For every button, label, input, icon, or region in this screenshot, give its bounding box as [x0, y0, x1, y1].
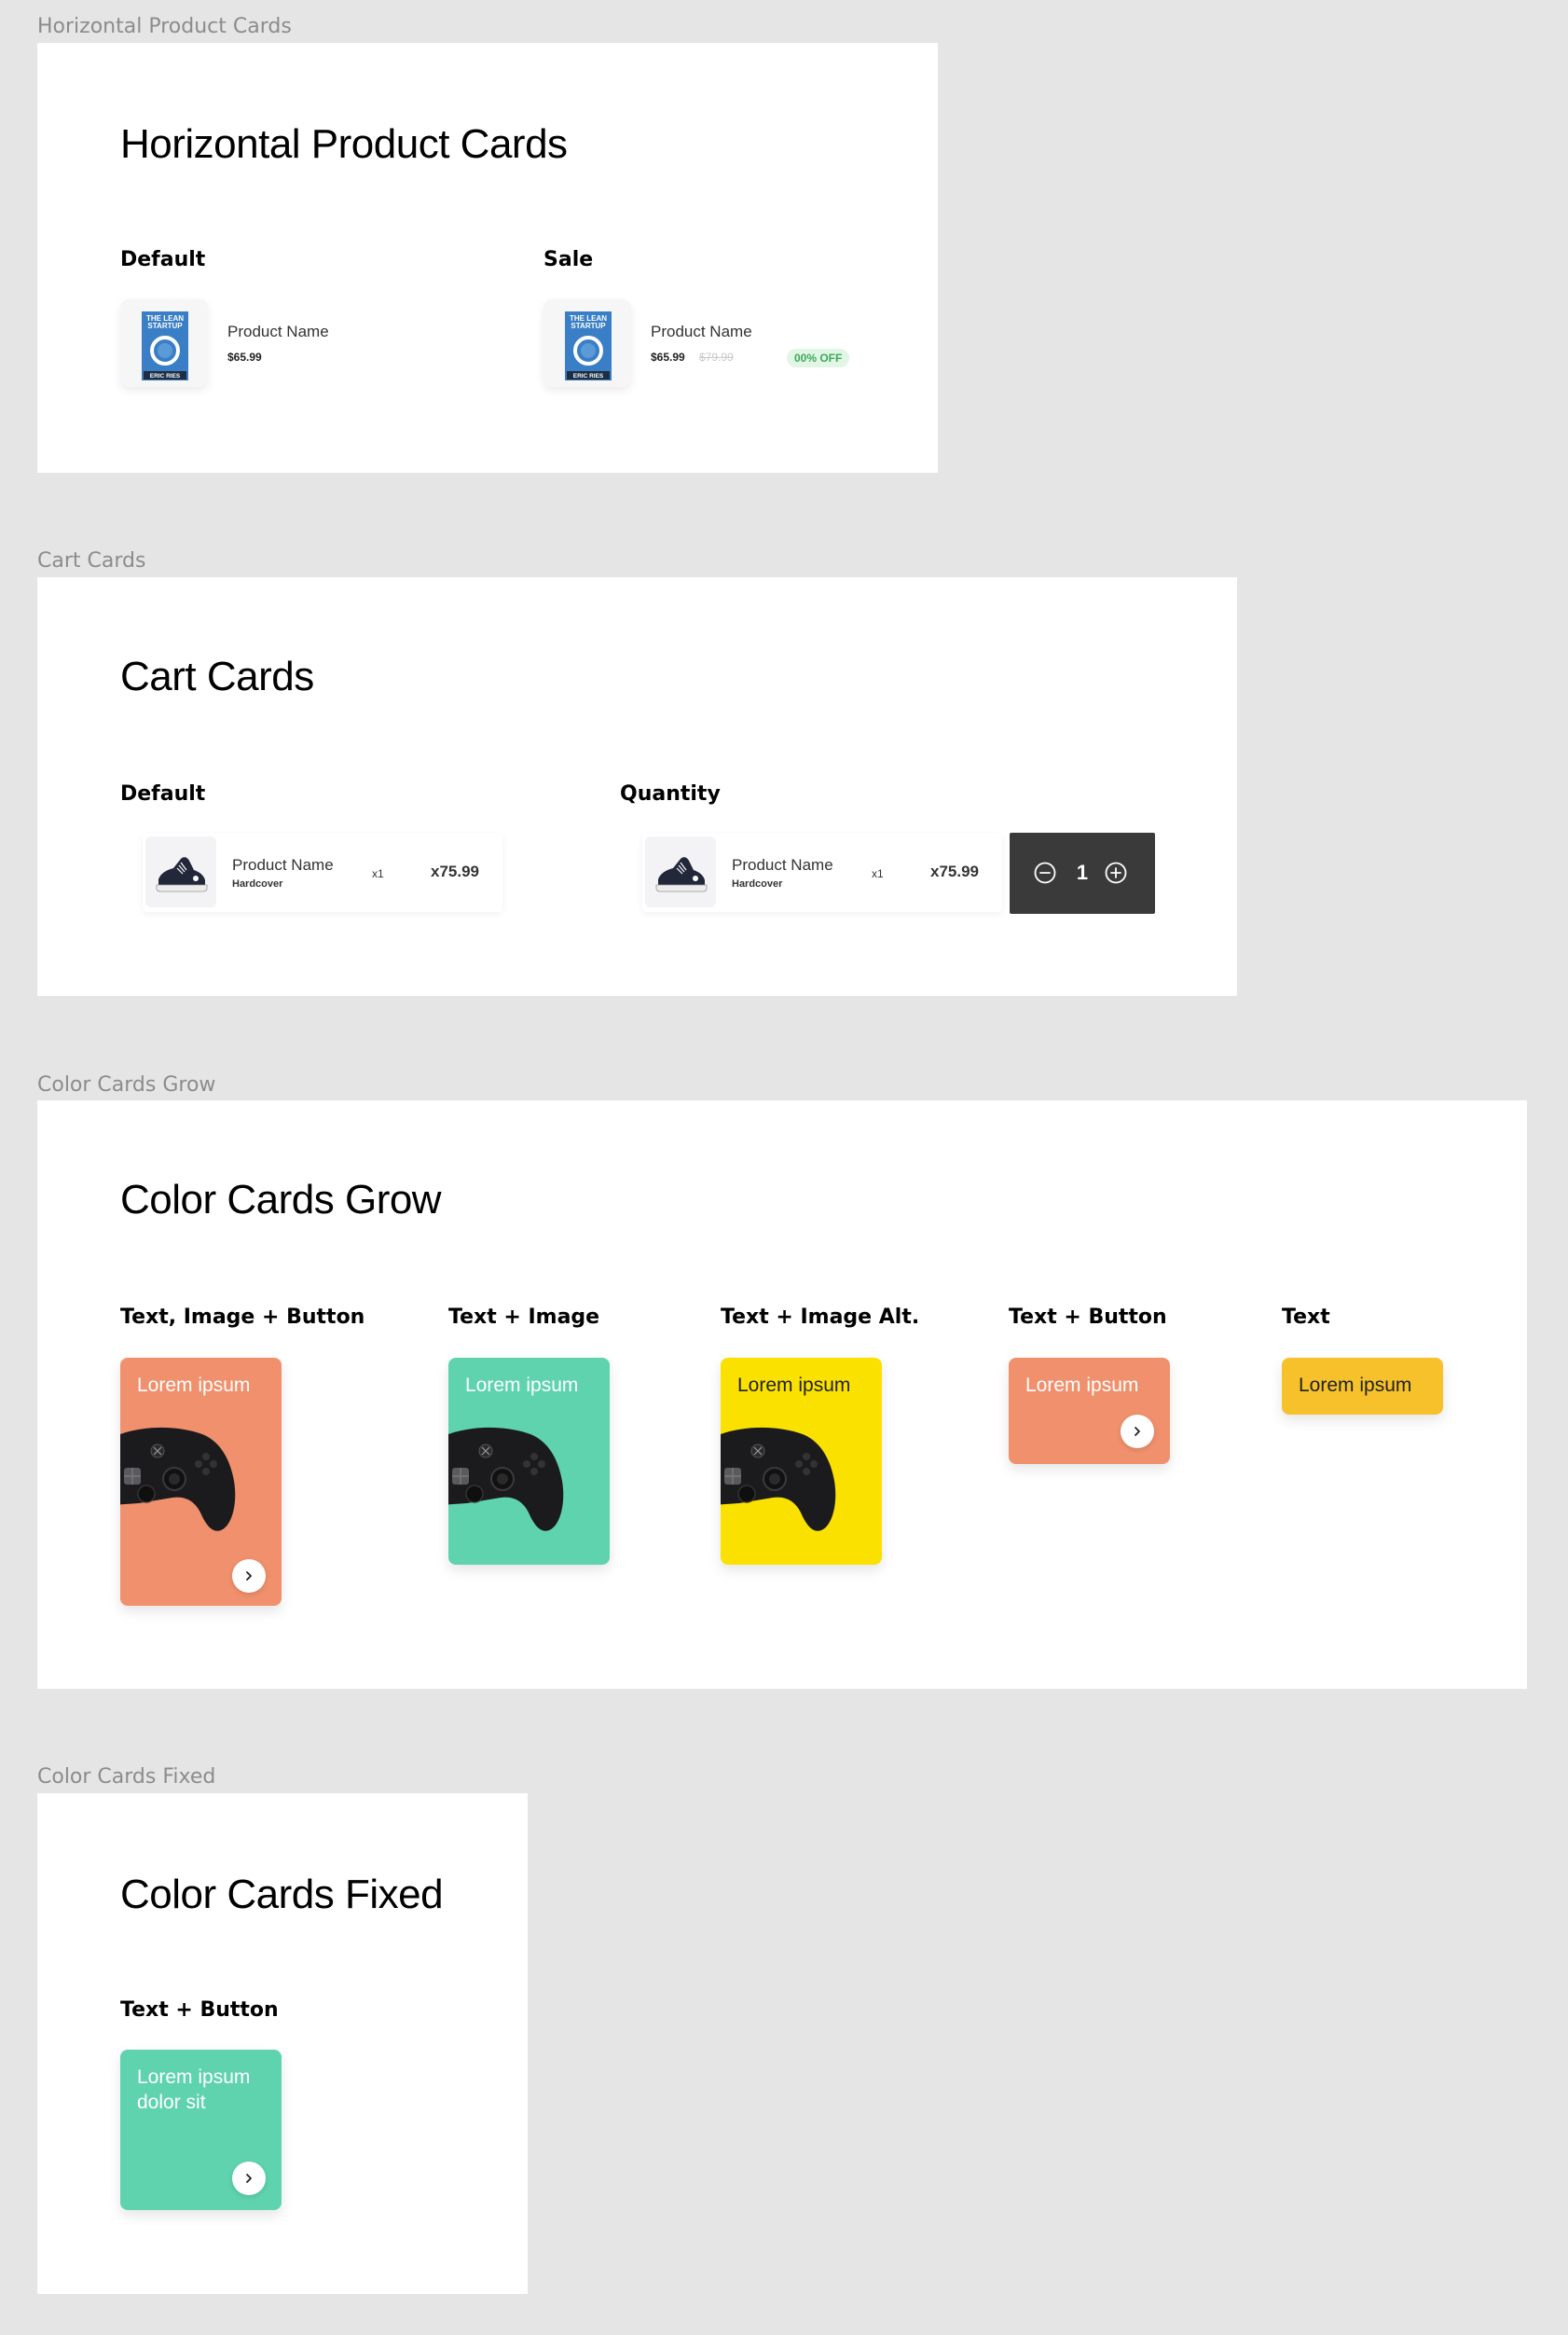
cart-item-qty: x1	[872, 867, 884, 880]
color-card-text-image-alt[interactable]: Lorem ipsum	[721, 1358, 882, 1565]
chevron-right-icon	[243, 2172, 254, 2185]
product-price: $65.99	[651, 351, 685, 364]
frame-label-fixed: Color Cards Fixed	[37, 1765, 216, 1789]
card-text-line-2: dolor sit	[137, 2092, 206, 2113]
plus-circle-icon[interactable]	[1105, 862, 1127, 884]
cart-item-total: x75.99	[431, 863, 479, 880]
card-text: Lorem ipsum	[137, 1375, 251, 1396]
card-text-line-1: Lorem ipsum	[137, 2066, 251, 2088]
card-arrow-button[interactable]	[232, 1559, 266, 1593]
card-text: Lorem ipsum	[737, 1375, 851, 1396]
variant-label: Text + Image	[448, 1306, 600, 1329]
cart-item-name: Product Name	[732, 856, 833, 874]
product-name: Product Name	[651, 323, 752, 340]
book-cover-image	[565, 311, 612, 380]
frame-label-cart: Cart Cards	[37, 549, 146, 573]
variant-label: Text + Image Alt.	[721, 1306, 920, 1329]
cart-item-format: Hardcover	[232, 878, 283, 890]
page-title: Color Cards Grow	[120, 1177, 442, 1223]
cart-card-quantity[interactable]: Product Name Hardcover x1 x75.99	[642, 834, 1002, 912]
page-title: Cart Cards	[120, 654, 314, 699]
chevron-right-icon	[243, 1569, 254, 1582]
color-card-fixed-text-button[interactable]: Lorem ipsum dolor sit	[120, 2050, 282, 2210]
page-title: Horizontal Product Cards	[120, 121, 568, 167]
controller-image	[448, 1419, 568, 1541]
sneaker-image	[145, 836, 216, 907]
card-text: Lorem ipsum dolor sit	[137, 2065, 277, 2115]
color-card-text-image[interactable]: Lorem ipsum	[448, 1358, 610, 1565]
controller-image	[120, 1419, 240, 1541]
card-arrow-button[interactable]	[232, 2162, 266, 2195]
frame-label-horizontal: Horizontal Product Cards	[37, 15, 292, 38]
controller-image	[721, 1419, 840, 1541]
frame-color-cards-grow: Color Cards Grow Text, Image + Button Te…	[37, 1100, 1527, 1689]
cart-item-name: Product Name	[232, 856, 334, 874]
quantity-value: 1	[1076, 861, 1089, 884]
color-card-text-button[interactable]: Lorem ipsum	[1009, 1358, 1170, 1464]
quantity-stepper: 1	[1010, 833, 1155, 914]
variant-label: Text	[1282, 1306, 1330, 1329]
sneaker-image	[645, 836, 716, 907]
card-text: Lorem ipsum	[465, 1375, 579, 1396]
page-title: Color Cards Fixed	[120, 1872, 444, 1917]
product-name: Product Name	[227, 323, 329, 340]
color-card-text-image-button[interactable]: Lorem ipsum	[120, 1358, 282, 1606]
card-text: Lorem ipsum	[1299, 1375, 1412, 1396]
variant-label: Text, Image + Button	[120, 1306, 365, 1329]
product-price: $65.99	[227, 351, 262, 364]
frame-label-grow: Color Cards Grow	[37, 1073, 216, 1097]
minus-circle-icon[interactable]	[1034, 862, 1056, 884]
card-text: Lorem ipsum	[1025, 1375, 1139, 1396]
cart-item-qty: x1	[372, 867, 384, 880]
frame-horizontal-product-cards: Horizontal Product Cards Default Sale Pr…	[37, 43, 938, 473]
card-arrow-button[interactable]	[1121, 1415, 1154, 1448]
cart-item-format: Hardcover	[732, 878, 783, 890]
book-cover-image	[142, 311, 188, 380]
product-old-price: $79.99	[699, 351, 734, 364]
color-card-text[interactable]: Lorem ipsum	[1282, 1358, 1443, 1415]
product-thumbnail	[645, 836, 716, 907]
section-label-sale: Sale	[543, 248, 594, 271]
frame-color-cards-fixed: Color Cards Fixed Text + Button Lorem ip…	[37, 1793, 528, 2294]
cart-card-default[interactable]: Product Name Hardcover x1 x75.99	[143, 834, 502, 912]
product-thumbnail	[543, 299, 631, 387]
section-label-default: Default	[120, 248, 206, 271]
variant-label: Text + Button	[120, 1998, 279, 2022]
variant-label: Text + Button	[1009, 1306, 1167, 1329]
chevron-right-icon	[1132, 1425, 1143, 1438]
discount-badge: 00% OFF	[787, 349, 850, 367]
section-label-default: Default	[120, 782, 206, 806]
cart-item-total: x75.99	[930, 863, 979, 880]
frame-cart-cards: Cart Cards Default Quantity Product Name…	[37, 577, 1237, 996]
product-thumbnail	[120, 299, 208, 387]
product-thumbnail	[145, 836, 216, 907]
section-label-quantity: Quantity	[620, 782, 721, 806]
